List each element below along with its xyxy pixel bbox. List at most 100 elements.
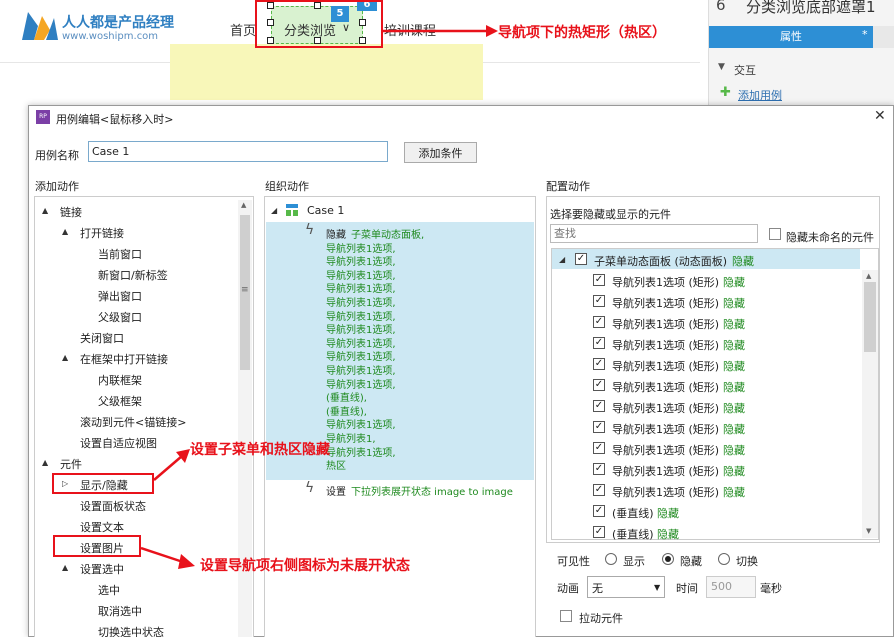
widget-checkbox[interactable]: ✓ <box>593 316 605 328</box>
tree-item[interactable]: 滚动到元件<锚链接> <box>80 414 186 430</box>
tree-item[interactable]: 链接 <box>60 204 82 220</box>
search-input[interactable] <box>550 224 758 243</box>
tree-item[interactable]: 父级窗口 <box>98 309 142 325</box>
widget-checkbox[interactable]: ✓ <box>593 379 605 391</box>
expand-icon[interactable]: ◢ <box>271 206 277 215</box>
root-widget-state: 隐藏 <box>732 255 754 268</box>
pull-widgets-checkbox[interactable] <box>560 610 572 622</box>
animation-select[interactable]: 无 ▼ <box>587 576 665 598</box>
plus-icon[interactable]: ✚ <box>720 85 731 100</box>
widget-name: (垂直线) <box>612 507 654 520</box>
annotation-box-set-image <box>53 535 141 557</box>
tab-style[interactable] <box>873 26 894 48</box>
tree-item[interactable]: 选中 <box>98 582 120 598</box>
tree-item[interactable]: 打开链接 <box>80 225 124 241</box>
logo-text: 人人都是产品经理 <box>62 15 174 31</box>
root-checkbox[interactable]: ✓ <box>575 253 587 265</box>
section-interaction: 交互 <box>734 64 756 77</box>
annotation-top: 导航项下的热矩形（热区） <box>498 25 666 41</box>
widget-state: 隐藏 <box>657 507 679 520</box>
tree-item[interactable]: 设置自适应视图 <box>80 435 157 451</box>
scroll-up-icon[interactable]: ▲ <box>866 272 871 280</box>
tab-modified-mark: * <box>862 28 868 41</box>
select-widgets-label: 选择要隐藏或显示的元件 <box>550 208 671 221</box>
widget-checkbox[interactable]: ✓ <box>593 505 605 517</box>
tree-item[interactable]: 取消选中 <box>98 603 142 619</box>
widget-name: 导航列表1选项 (矩形) <box>612 339 720 352</box>
tree-twisty-icon[interactable]: ▲ <box>62 353 68 362</box>
tree-twisty-icon[interactable]: ▲ <box>62 227 68 236</box>
expand-icon[interactable]: ◢ <box>559 255 565 264</box>
tree-item[interactable]: 在框架中打开链接 <box>80 351 168 367</box>
radio-hide-label: 隐藏 <box>680 555 702 568</box>
widget-state: 隐藏 <box>723 297 745 310</box>
pull-widgets-label: 拉动元件 <box>579 612 623 625</box>
nav-home[interactable]: 首页 <box>230 20 256 39</box>
tree-twisty-icon[interactable]: ▲ <box>42 458 48 467</box>
radio-hide[interactable] <box>662 553 674 565</box>
widget-checkbox[interactable]: ✓ <box>593 358 605 370</box>
widget-state: 隐藏 <box>723 276 745 289</box>
tab-properties[interactable]: 属性 <box>709 26 873 48</box>
tree-item[interactable]: 新窗口/新标签 <box>98 267 168 283</box>
tree-item[interactable]: 设置文本 <box>80 519 124 535</box>
annotation-box-top <box>255 0 383 48</box>
widget-checkbox[interactable]: ✓ <box>593 400 605 412</box>
widget-index: 6 <box>716 0 726 14</box>
annotation-arrow-icon <box>153 449 190 481</box>
annotation-set-image: 设置导航项右侧图标为未展开状态 <box>200 558 410 574</box>
tree-item[interactable]: 设置面板状态 <box>80 498 146 514</box>
annotation-arrow-icon <box>141 546 195 569</box>
action-verb-set: 设置 <box>326 487 346 498</box>
case-tree-icon <box>286 204 298 216</box>
widget-checkbox[interactable]: ✓ <box>593 526 605 538</box>
widget-checkbox[interactable]: ✓ <box>593 442 605 454</box>
collapse-icon[interactable]: ▼ <box>718 62 725 72</box>
widget-name: 导航列表1选项 (矩形) <box>612 402 720 415</box>
axure-app-icon: RP <box>36 110 50 124</box>
tree-item[interactable]: 元件 <box>60 456 82 472</box>
annotation-show-hide: 设置子菜单和热区隐藏 <box>190 442 330 458</box>
hide-unnamed-checkbox[interactable] <box>769 228 781 240</box>
scroll-up-icon[interactable]: ▲ <box>241 201 246 209</box>
radio-show[interactable] <box>605 553 617 565</box>
tree-item[interactable]: 弹出窗口 <box>98 288 142 304</box>
tree-item[interactable]: 切换选中状态 <box>98 624 164 637</box>
tree-item[interactable]: 当前窗口 <box>98 246 142 262</box>
widget-name: 导航列表1选项 (矩形) <box>612 297 720 310</box>
widget-state: 隐藏 <box>723 444 745 457</box>
widget-checkbox[interactable]: ✓ <box>593 337 605 349</box>
scroll-down-icon[interactable]: ▼ <box>866 527 871 535</box>
action-set-image-target[interactable]: 下拉列表展开状态 image to image <box>351 483 513 498</box>
time-input[interactable]: 500 <box>706 576 756 598</box>
tree-twisty-icon[interactable]: ▲ <box>42 206 48 215</box>
tree-item[interactable]: 关闭窗口 <box>80 330 124 346</box>
widget-checkbox[interactable]: ✓ <box>593 421 605 433</box>
tree-item[interactable]: 设置选中 <box>80 561 124 577</box>
case-node[interactable]: Case 1 <box>307 204 344 217</box>
annotation-arrow-icon <box>383 25 498 37</box>
widget-checkbox[interactable]: ✓ <box>593 484 605 496</box>
case-name-label: 用例名称 <box>35 149 79 162</box>
widget-checkbox[interactable]: ✓ <box>593 463 605 475</box>
widget-name: 导航列表1选项 (矩形) <box>612 318 720 331</box>
widget-name: 导航列表1选项 (矩形) <box>612 444 720 457</box>
add-case-link[interactable]: 添加用例 <box>738 87 782 103</box>
radio-toggle-label: 切换 <box>736 555 758 568</box>
dialog-title: 用例编辑<鼠标移入时> <box>56 113 174 126</box>
widget-checkbox[interactable]: ✓ <box>593 274 605 286</box>
tree-twisty-icon[interactable]: ▲ <box>62 563 68 572</box>
widget-name: 导航列表1选项 (矩形) <box>612 381 720 394</box>
logo-mark-icon <box>22 12 58 40</box>
widget-checkbox[interactable]: ✓ <box>593 295 605 307</box>
radio-toggle[interactable] <box>718 553 730 565</box>
tree-item[interactable]: 内联框架 <box>98 372 142 388</box>
tree-item[interactable]: 父级框架 <box>98 393 142 409</box>
scrollbar-thumb[interactable] <box>864 282 876 352</box>
widget-name: 导航列表1选项 (矩形) <box>612 360 720 373</box>
root-widget-name: 子菜单动态面板 (动态面板) <box>594 255 728 268</box>
submenu-area <box>170 44 483 100</box>
case-name-input[interactable] <box>88 141 388 162</box>
close-icon[interactable]: ✕ <box>874 108 886 124</box>
add-condition-button[interactable]: 添加条件 <box>404 142 477 163</box>
